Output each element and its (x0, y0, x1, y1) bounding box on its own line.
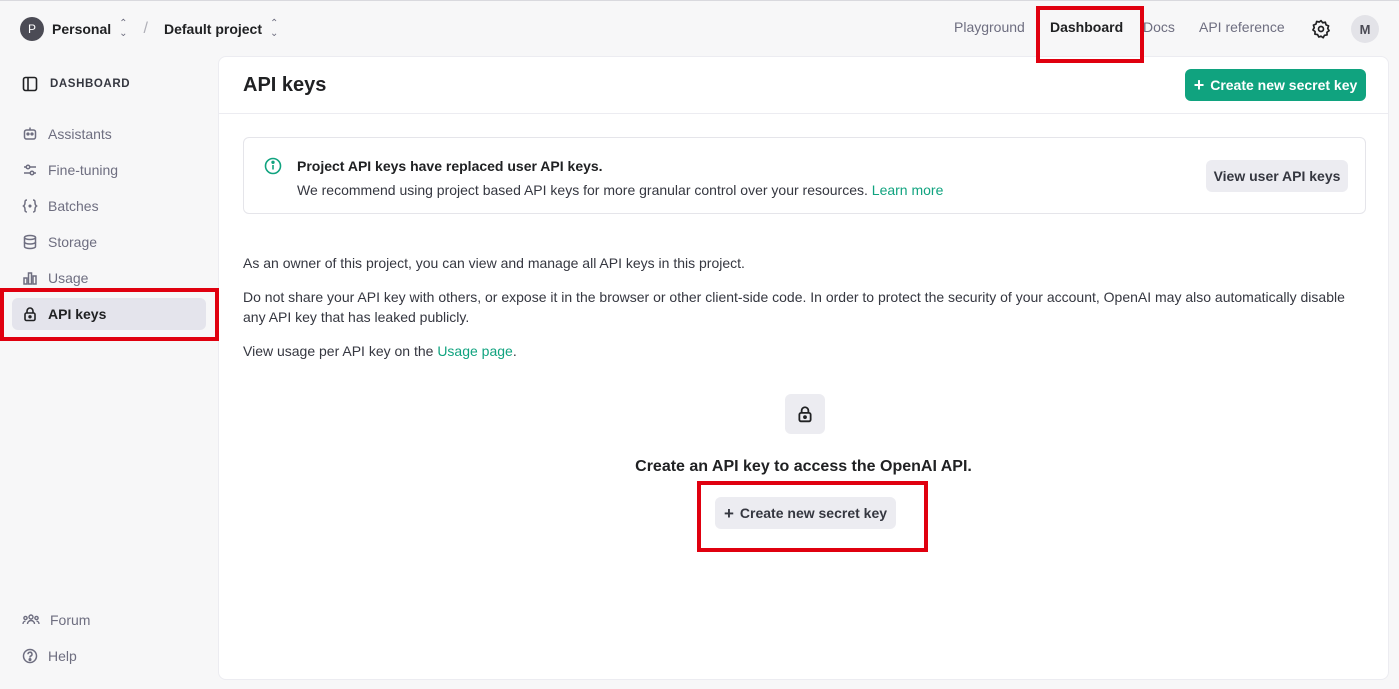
question-icon (22, 648, 38, 664)
info-banner: Project API keys have replaced user API … (243, 137, 1366, 214)
sidebar-item-label: Fine-tuning (48, 162, 119, 178)
create-secret-key-button[interactable]: + Create new secret key (1185, 69, 1366, 101)
button-label: Create new secret key (739, 505, 888, 521)
org-avatar[interactable]: P (20, 17, 44, 41)
main-header: API keys + Create new secret key (219, 57, 1388, 114)
nav-api-reference[interactable]: API reference (1199, 19, 1285, 35)
sidebar-item-fine-tuning[interactable]: Fine-tuning (12, 154, 206, 186)
sidebar: DASHBOARD Assistants Fine-tuning Batches… (0, 56, 218, 689)
usage-paragraph: View usage per API key on the Usage page… (243, 341, 1368, 361)
sidebar-item-api-keys[interactable]: API keys (12, 298, 206, 330)
sidebar-item-forum[interactable]: Forum (12, 604, 206, 636)
usage-page-link[interactable]: Usage page (437, 343, 513, 359)
banner-text: We recommend using project based API key… (297, 182, 943, 198)
lock-icon (24, 307, 36, 322)
view-user-api-keys-button[interactable]: View user API keys (1206, 160, 1348, 192)
learn-more-link[interactable]: Learn more (872, 182, 944, 198)
people-icon (22, 614, 40, 625)
plus-icon: + (723, 503, 734, 523)
project-switcher[interactable]: Default project (164, 21, 262, 37)
info-icon (264, 157, 282, 175)
sidebar-header: DASHBOARD (22, 76, 130, 92)
sidebar-item-label: API keys (48, 306, 107, 322)
security-paragraph: Do not share your API key with others, o… (243, 289, 1345, 325)
breadcrumb: P Personal ⌃ ⌄ / Default project ⌃ ⌄ (20, 16, 278, 42)
database-icon (23, 234, 37, 250)
sidebar-header-label: DASHBOARD (50, 78, 131, 90)
sidebar-item-batches[interactable]: Batches (12, 190, 206, 222)
sidebar-toggle-icon[interactable] (22, 76, 38, 92)
bar-chart-icon (23, 272, 37, 285)
user-avatar[interactable]: M (1351, 15, 1379, 43)
sidebar-item-help[interactable]: Help (12, 640, 206, 672)
banner-title: Project API keys have replaced user API … (297, 158, 603, 174)
main-panel: API keys + Create new secret key Project… (218, 56, 1389, 680)
lock-icon (798, 406, 812, 423)
org-switcher[interactable]: Personal (52, 21, 111, 37)
sidebar-item-label: Help (48, 648, 77, 664)
banner-message: We recommend using project based API key… (297, 182, 868, 198)
braces-icon (22, 199, 38, 213)
sidebar-item-label: Forum (50, 612, 91, 628)
gear-icon[interactable] (1307, 15, 1335, 43)
page-title: API keys (243, 74, 327, 96)
nav-dashboard[interactable]: Dashboard (1050, 19, 1123, 35)
chevron-up-down-icon[interactable]: ⌃ ⌄ (270, 19, 278, 39)
empty-state-title: Create an API key to access the OpenAI A… (635, 458, 972, 475)
owner-paragraph: As an owner of this project, you can vie… (243, 255, 745, 271)
robot-icon (23, 127, 37, 140)
sidebar-item-label: Assistants (48, 126, 112, 142)
sidebar-item-usage[interactable]: Usage (12, 262, 206, 294)
sidebar-item-label: Usage (48, 270, 89, 286)
plus-icon: + (1193, 75, 1205, 95)
top-bar: P Personal ⌃ ⌄ / Default project ⌃ ⌄ Playg… (0, 0, 1399, 56)
empty-state-icon (785, 394, 825, 434)
sidebar-item-storage[interactable]: Storage (12, 226, 206, 258)
nav-docs[interactable]: Docs (1143, 19, 1175, 35)
chevron-up-down-icon[interactable]: ⌃ ⌄ (119, 19, 127, 39)
create-secret-key-button-secondary[interactable]: + Create new secret key (715, 497, 896, 529)
sidebar-item-label: Batches (48, 198, 99, 214)
sidebar-item-assistants[interactable]: Assistants (12, 118, 206, 150)
sidebar-item-label: Storage (48, 234, 98, 250)
usage-text: View usage per API key on the (243, 343, 434, 359)
sliders-icon (24, 164, 36, 176)
usage-period: . (512, 343, 517, 359)
nav-playground[interactable]: Playground (954, 19, 1025, 35)
breadcrumb-separator: / (143, 20, 148, 37)
button-label: Create new secret key (1210, 77, 1358, 93)
